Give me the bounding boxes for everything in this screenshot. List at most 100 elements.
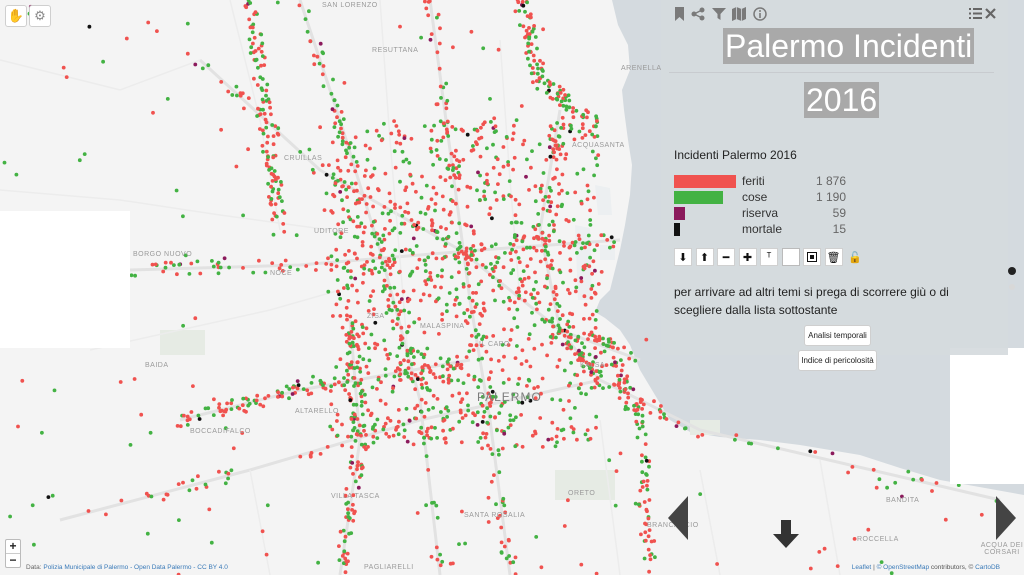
incident-dot[interactable] [390,389,395,394]
incident-dot[interactable] [242,106,246,111]
incident-dot[interactable] [274,214,279,219]
incident-dot[interactable] [366,371,371,375]
incident-dot[interactable] [177,518,181,522]
incident-dot[interactable] [527,188,531,192]
incident-dot[interactable] [489,479,494,484]
incident-dot[interactable] [388,265,392,270]
incident-dot[interactable] [476,385,481,389]
incident-dot[interactable] [371,204,375,209]
incident-dot[interactable] [321,84,326,89]
incident-dot[interactable] [658,409,663,414]
incident-dot[interactable] [345,317,349,322]
incident-dot[interactable] [552,297,557,302]
incident-dot[interactable] [146,20,151,25]
incident-dot[interactable] [493,265,498,270]
incident-dot[interactable] [373,346,377,351]
incident-dot[interactable] [488,272,492,277]
incident-dot[interactable] [418,210,423,215]
incident-dot[interactable] [493,298,497,303]
incident-dot[interactable] [477,198,482,202]
incident-dot[interactable] [291,385,295,390]
incident-dot[interactable] [320,72,325,77]
incident-dot[interactable] [496,47,501,52]
incident-dot[interactable] [577,129,582,134]
incident-dot[interactable] [588,436,593,441]
incident-dot[interactable] [304,264,309,268]
incident-dot[interactable] [474,257,479,262]
incident-dot[interactable] [593,334,597,339]
incident-dot[interactable] [491,275,495,280]
incident-dot[interactable] [441,428,445,433]
incident-dot[interactable] [465,132,470,137]
incident-dot[interactable] [511,243,516,247]
incident-dot[interactable] [280,394,285,399]
incident-dot[interactable] [370,223,374,228]
incident-dot[interactable] [345,283,350,288]
incident-dot[interactable] [519,362,524,366]
incident-dot[interactable] [554,335,558,340]
incident-dot[interactable] [555,364,560,369]
incident-dot[interactable] [367,299,372,303]
incident-dot[interactable] [640,485,645,489]
incident-dot[interactable] [633,358,638,363]
incident-dot[interactable] [513,213,518,218]
incident-dot[interactable] [572,243,577,248]
incident-dot[interactable] [489,244,494,249]
incident-dot[interactable] [398,24,402,29]
incident-dot[interactable] [410,362,414,367]
incident-dot[interactable] [604,363,609,367]
incident-dot[interactable] [318,41,323,46]
incident-dot[interactable] [275,0,280,5]
incident-dot[interactable] [599,270,604,274]
incident-dot[interactable] [560,188,564,193]
incident-dot[interactable] [360,325,365,329]
incident-dot[interactable] [460,416,465,420]
incident-dot[interactable] [346,372,351,377]
incident-dot[interactable] [434,191,439,196]
incident-dot[interactable] [495,428,499,433]
incident-dot[interactable] [329,91,334,96]
incident-dot[interactable] [439,225,443,230]
incident-dot[interactable] [440,268,444,273]
incident-dot[interactable] [411,236,416,241]
incident-dot[interactable] [345,195,349,200]
incident-dot[interactable] [444,106,449,111]
incident-dot[interactable] [312,62,317,67]
incident-dot[interactable] [273,202,278,207]
incident-dot[interactable] [587,332,592,337]
incident-dot[interactable] [64,75,69,79]
incident-dot[interactable] [627,356,632,361]
incident-dot[interactable] [462,311,467,316]
incident-dot[interactable] [344,333,349,337]
incident-dot[interactable] [477,322,482,326]
incident-dot[interactable] [393,248,398,253]
incident-dot[interactable] [442,418,447,422]
incident-dot[interactable] [525,384,529,388]
incident-dot[interactable] [466,403,470,408]
incident-dot[interactable] [643,432,648,437]
incident-dot[interactable] [226,89,231,94]
incident-dot[interactable] [484,432,489,436]
incident-dot[interactable] [564,152,569,157]
incident-dot[interactable] [579,279,584,284]
incident-dot[interactable] [520,279,524,284]
incident-dot[interactable] [422,441,426,446]
incident-dot[interactable] [540,231,545,235]
incident-dot[interactable] [609,235,614,240]
incident-dot[interactable] [372,166,377,171]
incident-dot[interactable] [473,248,477,253]
incident-dot[interactable] [580,122,585,127]
incident-dot[interactable] [530,29,535,34]
incident-dot[interactable] [350,461,355,465]
incident-dot[interactable] [271,232,276,237]
incident-dot[interactable] [419,410,424,414]
incident-dot[interactable] [930,489,934,493]
incident-dot[interactable] [440,364,445,369]
incident-dot[interactable] [20,378,25,383]
incident-dot[interactable] [163,265,168,270]
incident-dot[interactable] [335,433,340,438]
incident-dot[interactable] [385,283,389,288]
incident-dot[interactable] [402,435,407,439]
incident-dot[interactable] [521,3,526,8]
incident-dot[interactable] [194,486,199,491]
